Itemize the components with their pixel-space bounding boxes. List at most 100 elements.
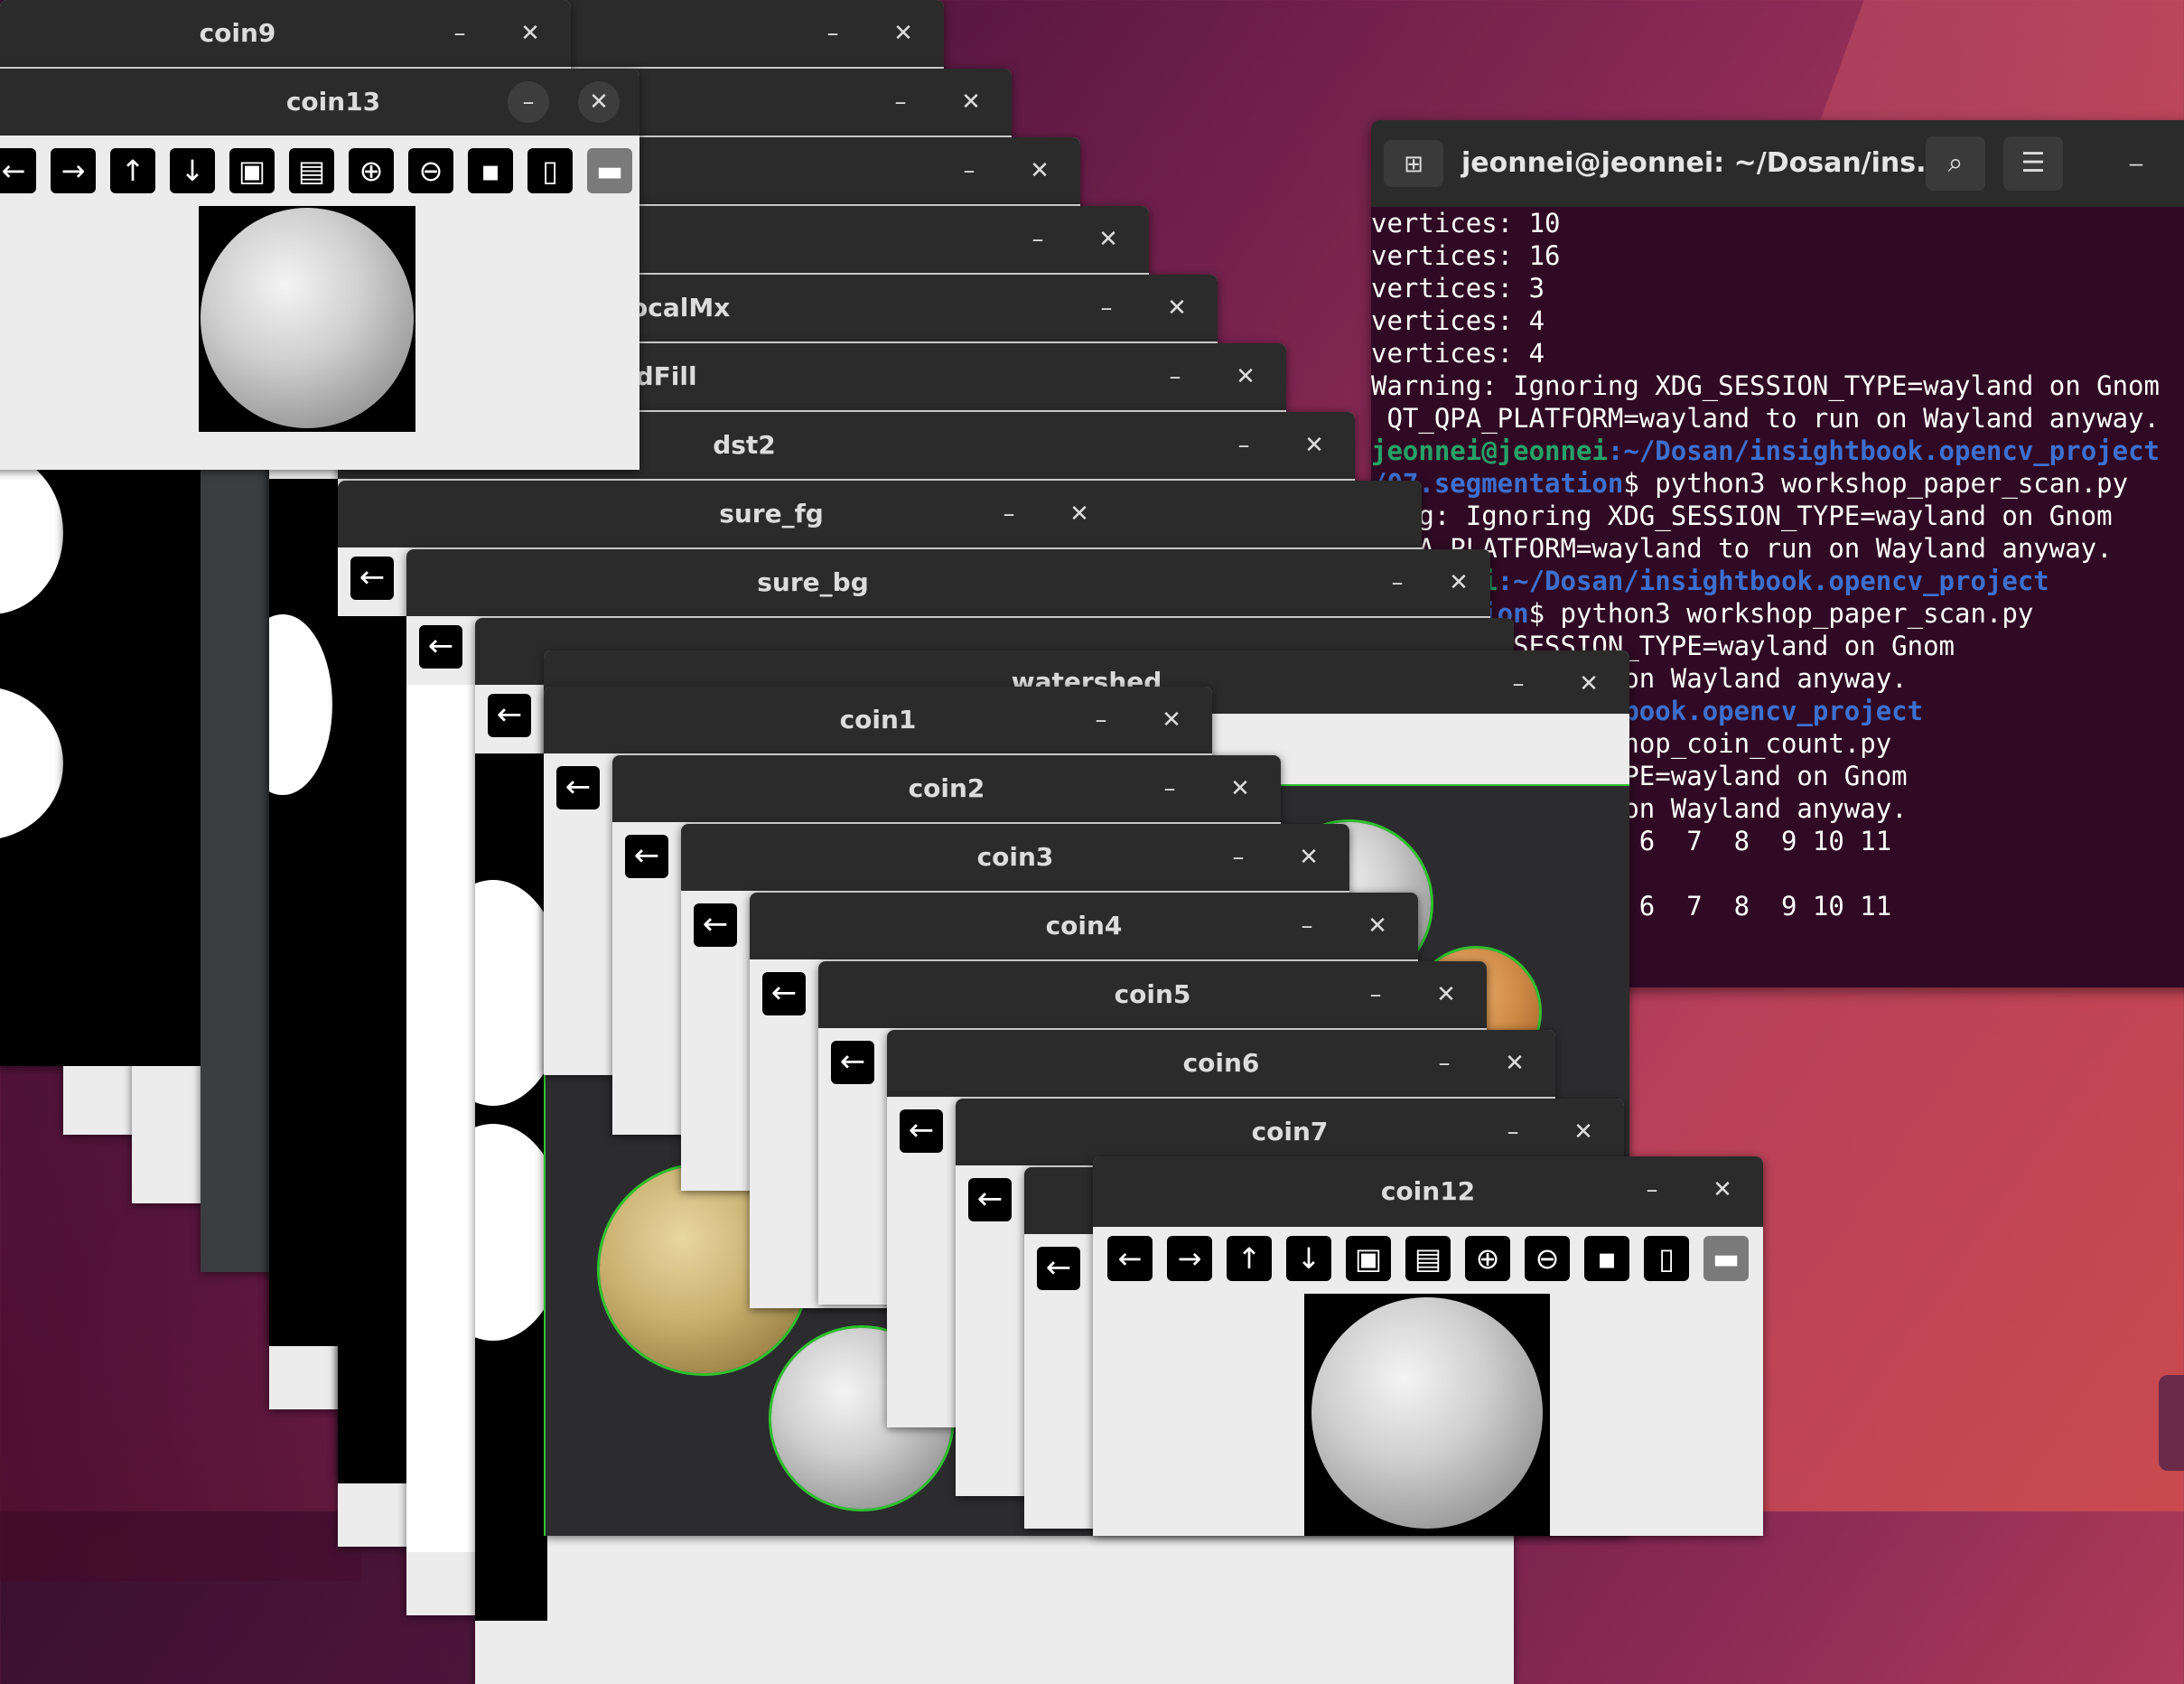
terminal-line: Warning: Ignoring XDG_SESSION_TYPE=wayla… <box>1371 370 2184 402</box>
minimize-button[interactable]: – <box>1286 905 1328 947</box>
arrow-right-icon[interactable]: → <box>51 148 96 193</box>
minimize-button[interactable]: – <box>1355 974 1396 1015</box>
back-button[interactable]: ← <box>762 972 806 1015</box>
minimize-button[interactable]: – <box>439 13 481 54</box>
arrow-up-icon[interactable]: ↑ <box>1227 1236 1272 1281</box>
close-button[interactable]: ✕ <box>1288 837 1330 878</box>
terminal-title: jeonnei@jeonnei: ~/Dosan/ins... <box>1461 147 1947 179</box>
image-edit-icon[interactable]: ▤ <box>289 148 334 193</box>
window-titlebar[interactable]: coin7 – ✕ <box>956 1099 1624 1165</box>
paint-roller-icon[interactable]: ▬ <box>1703 1236 1749 1281</box>
terminal-header: ⊞ jeonnei@jeonnei: ~/Dosan/ins... ⌕ ☰ – <box>1371 120 2184 207</box>
minimize-button[interactable]: – <box>988 493 1030 535</box>
window-titlebar[interactable]: coin9 – ✕ <box>0 0 571 67</box>
minimize-button[interactable]: – <box>1631 1169 1673 1211</box>
close-button[interactable]: ✕ <box>882 13 924 54</box>
clipboard-icon[interactable]: ▯ <box>527 148 573 193</box>
back-button[interactable]: ← <box>900 1109 943 1153</box>
zoom-in-icon[interactable]: ⊕ <box>349 148 394 193</box>
back-button[interactable]: ← <box>968 1178 1012 1221</box>
minimize-button[interactable]: – <box>1086 287 1127 329</box>
close-button[interactable]: ✕ <box>1563 1111 1604 1153</box>
back-button[interactable]: ← <box>694 903 737 947</box>
back-button[interactable]: ← <box>488 694 531 737</box>
window-coin12[interactable]: coin12 – ✕ ← → ↑ ↓ ▣ ▤ ⊕ ⊖ ▪ ▯ ▬ <box>1093 1156 1763 1536</box>
back-button[interactable]: ← <box>1037 1247 1080 1290</box>
arrow-down-icon[interactable]: ↓ <box>1286 1236 1331 1281</box>
minimize-button[interactable]: – <box>1154 356 1196 398</box>
close-button[interactable]: ✕ <box>1219 768 1261 809</box>
window-titlebar[interactable]: coin2 – ✕ <box>612 755 1281 822</box>
close-button[interactable]: ✕ <box>950 81 992 123</box>
window-title: sure_fg <box>719 499 824 529</box>
window-titlebar[interactable]: sure_bg – ✕ <box>406 549 1490 616</box>
minimize-button[interactable]: – <box>812 13 854 54</box>
new-tab-button[interactable]: ⊞ <box>1384 140 1443 187</box>
window-titlebar[interactable]: coin5 – ✕ <box>818 961 1487 1028</box>
save-icon[interactable]: ▪ <box>1584 1236 1629 1281</box>
arrow-down-icon[interactable]: ↓ <box>170 148 215 193</box>
arrow-right-icon[interactable]: → <box>1167 1236 1212 1281</box>
window-titlebar[interactable]: coin4 – ✕ <box>750 893 1418 959</box>
close-button[interactable]: ✕ <box>1438 562 1479 603</box>
window-titlebar[interactable]: coin1 – ✕ <box>544 687 1212 753</box>
close-button[interactable]: ✕ <box>1151 699 1192 741</box>
back-button[interactable]: ← <box>556 766 600 809</box>
terminal-minimize-button[interactable]: – <box>2115 142 2157 183</box>
minimize-button[interactable]: – <box>1017 219 1059 260</box>
close-button[interactable]: ✕ <box>1019 150 1060 192</box>
clipboard-icon[interactable]: ▯ <box>1644 1236 1689 1281</box>
minimize-button[interactable]: – <box>1498 663 1539 705</box>
close-button[interactable]: ✕ <box>578 81 620 123</box>
back-button[interactable]: ← <box>350 557 394 600</box>
save-icon[interactable]: ▪ <box>468 148 513 193</box>
image-icon[interactable]: ▣ <box>1346 1236 1391 1281</box>
close-button[interactable]: ✕ <box>1059 493 1100 535</box>
window-titlebar[interactable]: coin3 – ✕ <box>681 824 1349 891</box>
close-button[interactable]: ✕ <box>1087 219 1129 260</box>
window-coin13[interactable]: coin13 – ✕ ← → ↑ ↓ ▣ ▤ ⊕ ⊖ ▪ ▯ ▬ <box>0 69 639 470</box>
terminal-line: vertices: 4 <box>1371 337 2184 370</box>
close-button[interactable]: ✕ <box>1156 287 1198 329</box>
window-titlebar[interactable]: coin6 – ✕ <box>887 1030 1555 1097</box>
menu-button[interactable]: ☰ <box>2003 136 2063 191</box>
back-button[interactable]: ← <box>419 625 462 669</box>
arrow-up-icon[interactable]: ↑ <box>110 148 155 193</box>
minimize-button[interactable]: – <box>948 150 990 192</box>
zoom-out-icon[interactable]: ⊖ <box>408 148 453 193</box>
window-titlebar[interactable]: coin12 – ✕ <box>1093 1156 1763 1227</box>
minimize-button[interactable]: – <box>1218 837 1259 878</box>
window-titlebar[interactable]: coin13 – ✕ <box>0 69 639 136</box>
back-button[interactable]: ← <box>831 1041 874 1084</box>
image-edit-icon[interactable]: ▤ <box>1405 1236 1451 1281</box>
minimize-button[interactable]: – <box>508 81 549 123</box>
zoom-out-icon[interactable]: ⊖ <box>1525 1236 1570 1281</box>
window-titlebar[interactable]: sure_fg – ✕ <box>338 481 1422 547</box>
minimize-button[interactable]: – <box>880 81 921 123</box>
close-button[interactable]: ✕ <box>1225 356 1266 398</box>
minimize-button[interactable]: – <box>1423 1043 1465 1084</box>
line-text: vertices: 16 <box>1371 240 1561 271</box>
search-button[interactable]: ⌕ <box>1926 136 1985 191</box>
close-button[interactable]: ✕ <box>1293 425 1335 466</box>
minimize-button[interactable]: – <box>1377 562 1418 603</box>
close-button[interactable]: ✕ <box>1568 663 1610 705</box>
minimize-button[interactable]: – <box>1492 1111 1534 1153</box>
close-button[interactable]: ✕ <box>509 13 551 54</box>
line-text: vertices: 10 <box>1371 208 1561 239</box>
prompt-path: :~/Dosan/insightbook.opencv_project <box>1607 435 2160 466</box>
image-icon[interactable]: ▣ <box>229 148 275 193</box>
arrow-left-icon[interactable]: ← <box>0 148 36 193</box>
close-button[interactable]: ✕ <box>1702 1169 1743 1211</box>
minimize-button[interactable]: – <box>1223 425 1265 466</box>
paint-roller-icon[interactable]: ▬ <box>587 148 632 193</box>
minimize-button[interactable]: – <box>1080 699 1122 741</box>
line-text: vertices: 4 <box>1371 338 1545 369</box>
arrow-left-icon[interactable]: ← <box>1107 1236 1153 1281</box>
close-button[interactable]: ✕ <box>1425 974 1467 1015</box>
zoom-in-icon[interactable]: ⊕ <box>1465 1236 1510 1281</box>
close-button[interactable]: ✕ <box>1357 905 1398 947</box>
minimize-button[interactable]: – <box>1149 768 1190 809</box>
back-button[interactable]: ← <box>625 835 668 878</box>
close-button[interactable]: ✕ <box>1494 1043 1535 1084</box>
